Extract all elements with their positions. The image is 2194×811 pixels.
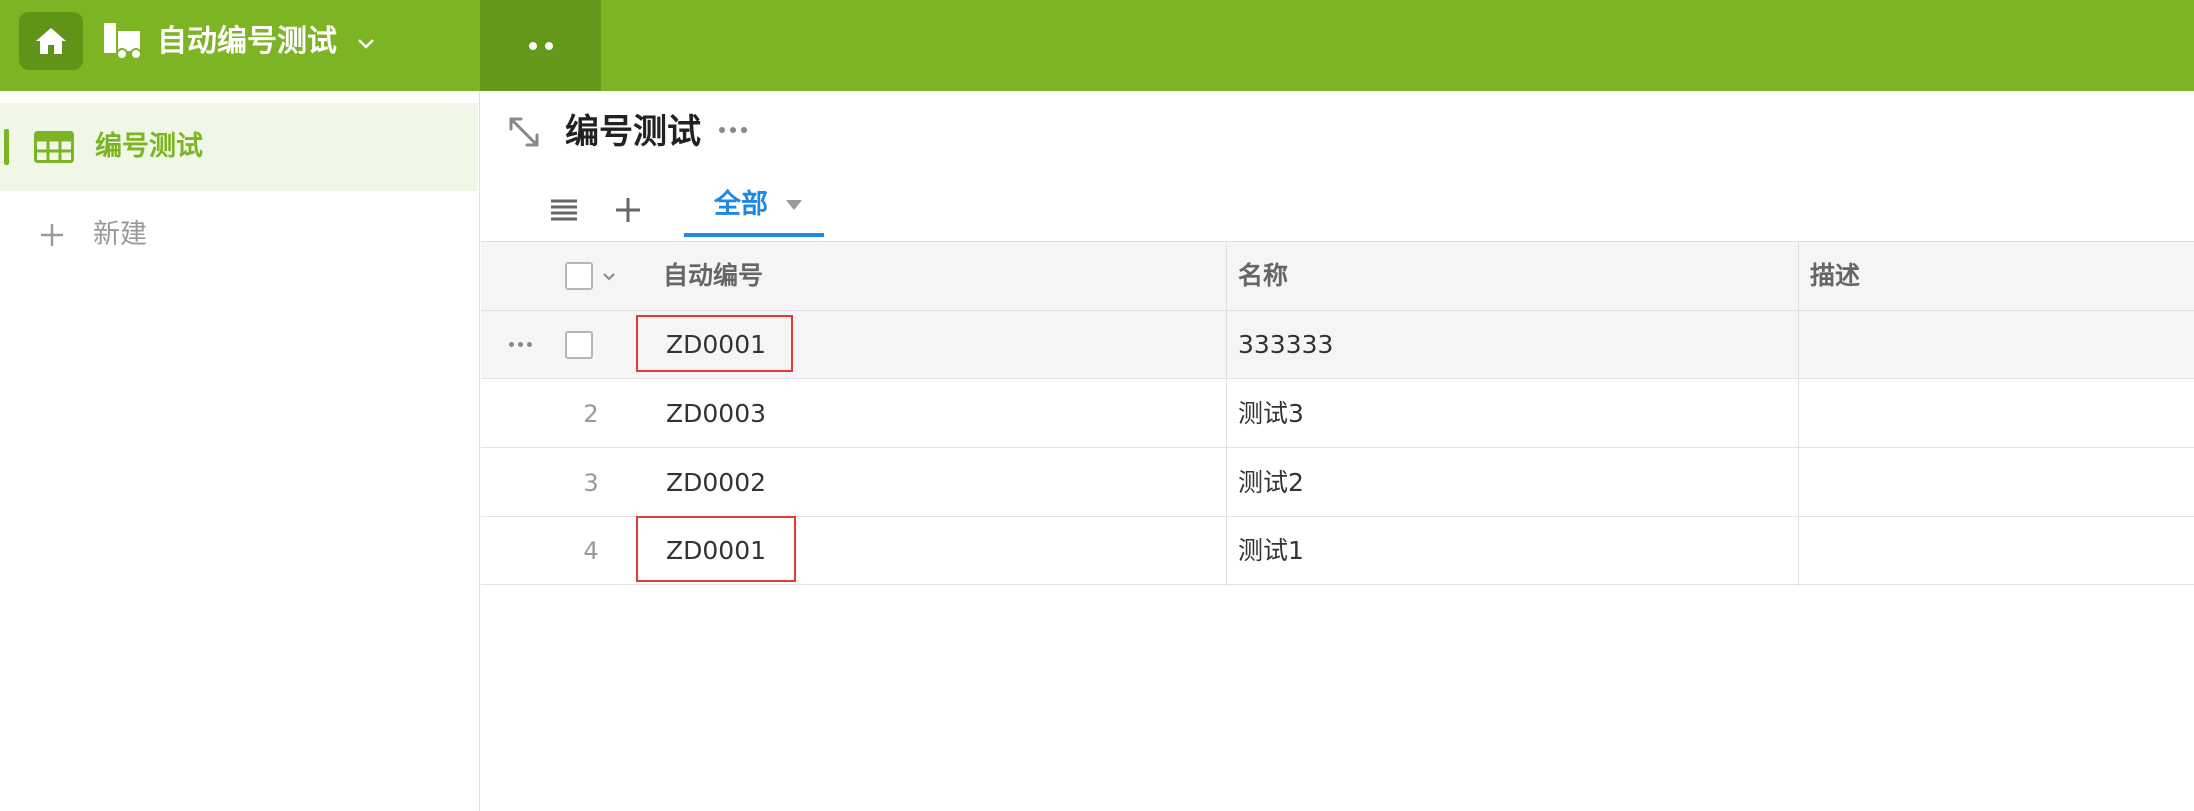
cell-name[interactable]: 测试1 bbox=[1226, 517, 1304, 585]
apps-menu-button[interactable] bbox=[480, 0, 601, 91]
row-checkbox[interactable] bbox=[565, 331, 593, 359]
cell-code[interactable]: ZD0002 bbox=[654, 449, 766, 517]
active-indicator bbox=[4, 129, 9, 165]
highlight-box bbox=[636, 516, 796, 582]
row-number: 2 bbox=[583, 400, 599, 428]
column-header-name[interactable]: 名称 bbox=[1226, 242, 1288, 310]
table-row[interactable]: 3 ZD0002 测试2 bbox=[481, 449, 2194, 517]
list-icon[interactable] bbox=[549, 197, 579, 223]
table-row[interactable]: 2 ZD0003 测试3 bbox=[481, 380, 2194, 448]
main-panel: 编号测试 全部 自动编号 名称 描述 ZD0001 333333 2 ZD000… bbox=[481, 91, 2194, 811]
tab-label: 全部 bbox=[714, 189, 768, 220]
cell-name[interactable]: 测试3 bbox=[1226, 380, 1304, 448]
chevron-down-icon[interactable] bbox=[601, 271, 617, 283]
cell-desc[interactable] bbox=[1798, 311, 1810, 379]
caret-down-icon[interactable] bbox=[785, 199, 803, 211]
row-more-icon[interactable] bbox=[509, 342, 532, 347]
sidebar-item-table[interactable]: 编号测试 bbox=[0, 103, 478, 191]
dot-icon bbox=[544, 41, 553, 50]
plus-icon bbox=[41, 224, 63, 246]
cell-desc[interactable] bbox=[1798, 517, 1810, 585]
cell-code[interactable]: ZD0003 bbox=[654, 380, 766, 448]
active-tab-underline bbox=[684, 233, 824, 237]
home-icon bbox=[36, 28, 66, 54]
column-header-desc[interactable]: 描述 bbox=[1798, 242, 1860, 310]
select-all-checkbox[interactable] bbox=[565, 262, 593, 290]
row-number: 4 bbox=[583, 537, 599, 565]
home-button[interactable] bbox=[19, 12, 83, 70]
column-divider bbox=[1226, 241, 1227, 586]
table-header: 自动编号 名称 描述 bbox=[481, 241, 2194, 311]
cell-desc[interactable] bbox=[1798, 380, 1810, 448]
top-bar: 自动编号测试 bbox=[0, 0, 2194, 91]
row-number: 3 bbox=[583, 469, 599, 497]
column-header-code[interactable]: 自动编号 bbox=[651, 242, 763, 310]
tab-all[interactable]: 全部 bbox=[684, 177, 824, 241]
cell-name[interactable]: 333333 bbox=[1226, 311, 1333, 379]
chevron-down-icon[interactable] bbox=[353, 30, 379, 56]
page-title: 编号测试 bbox=[565, 112, 701, 152]
cell-name[interactable]: 测试2 bbox=[1226, 449, 1304, 517]
expand-icon[interactable] bbox=[507, 115, 541, 149]
cell-desc[interactable] bbox=[1798, 449, 1810, 517]
highlight-box bbox=[636, 315, 793, 372]
add-view-icon[interactable] bbox=[613, 195, 643, 225]
sidebar-item-label: 编号测试 bbox=[95, 131, 203, 162]
sidebar: 编号测试 新建 bbox=[0, 91, 480, 811]
sidebar-new-button[interactable]: 新建 bbox=[0, 191, 478, 279]
sidebar-new-label: 新建 bbox=[93, 219, 147, 250]
app-title[interactable]: 自动编号测试 bbox=[157, 22, 337, 62]
column-divider bbox=[1798, 241, 1799, 586]
table-grid-icon bbox=[34, 131, 74, 163]
more-options-icon[interactable] bbox=[719, 127, 747, 133]
view-tabs: 全部 bbox=[481, 177, 2194, 241]
dot-icon bbox=[528, 41, 537, 50]
app-icon[interactable] bbox=[102, 21, 144, 61]
